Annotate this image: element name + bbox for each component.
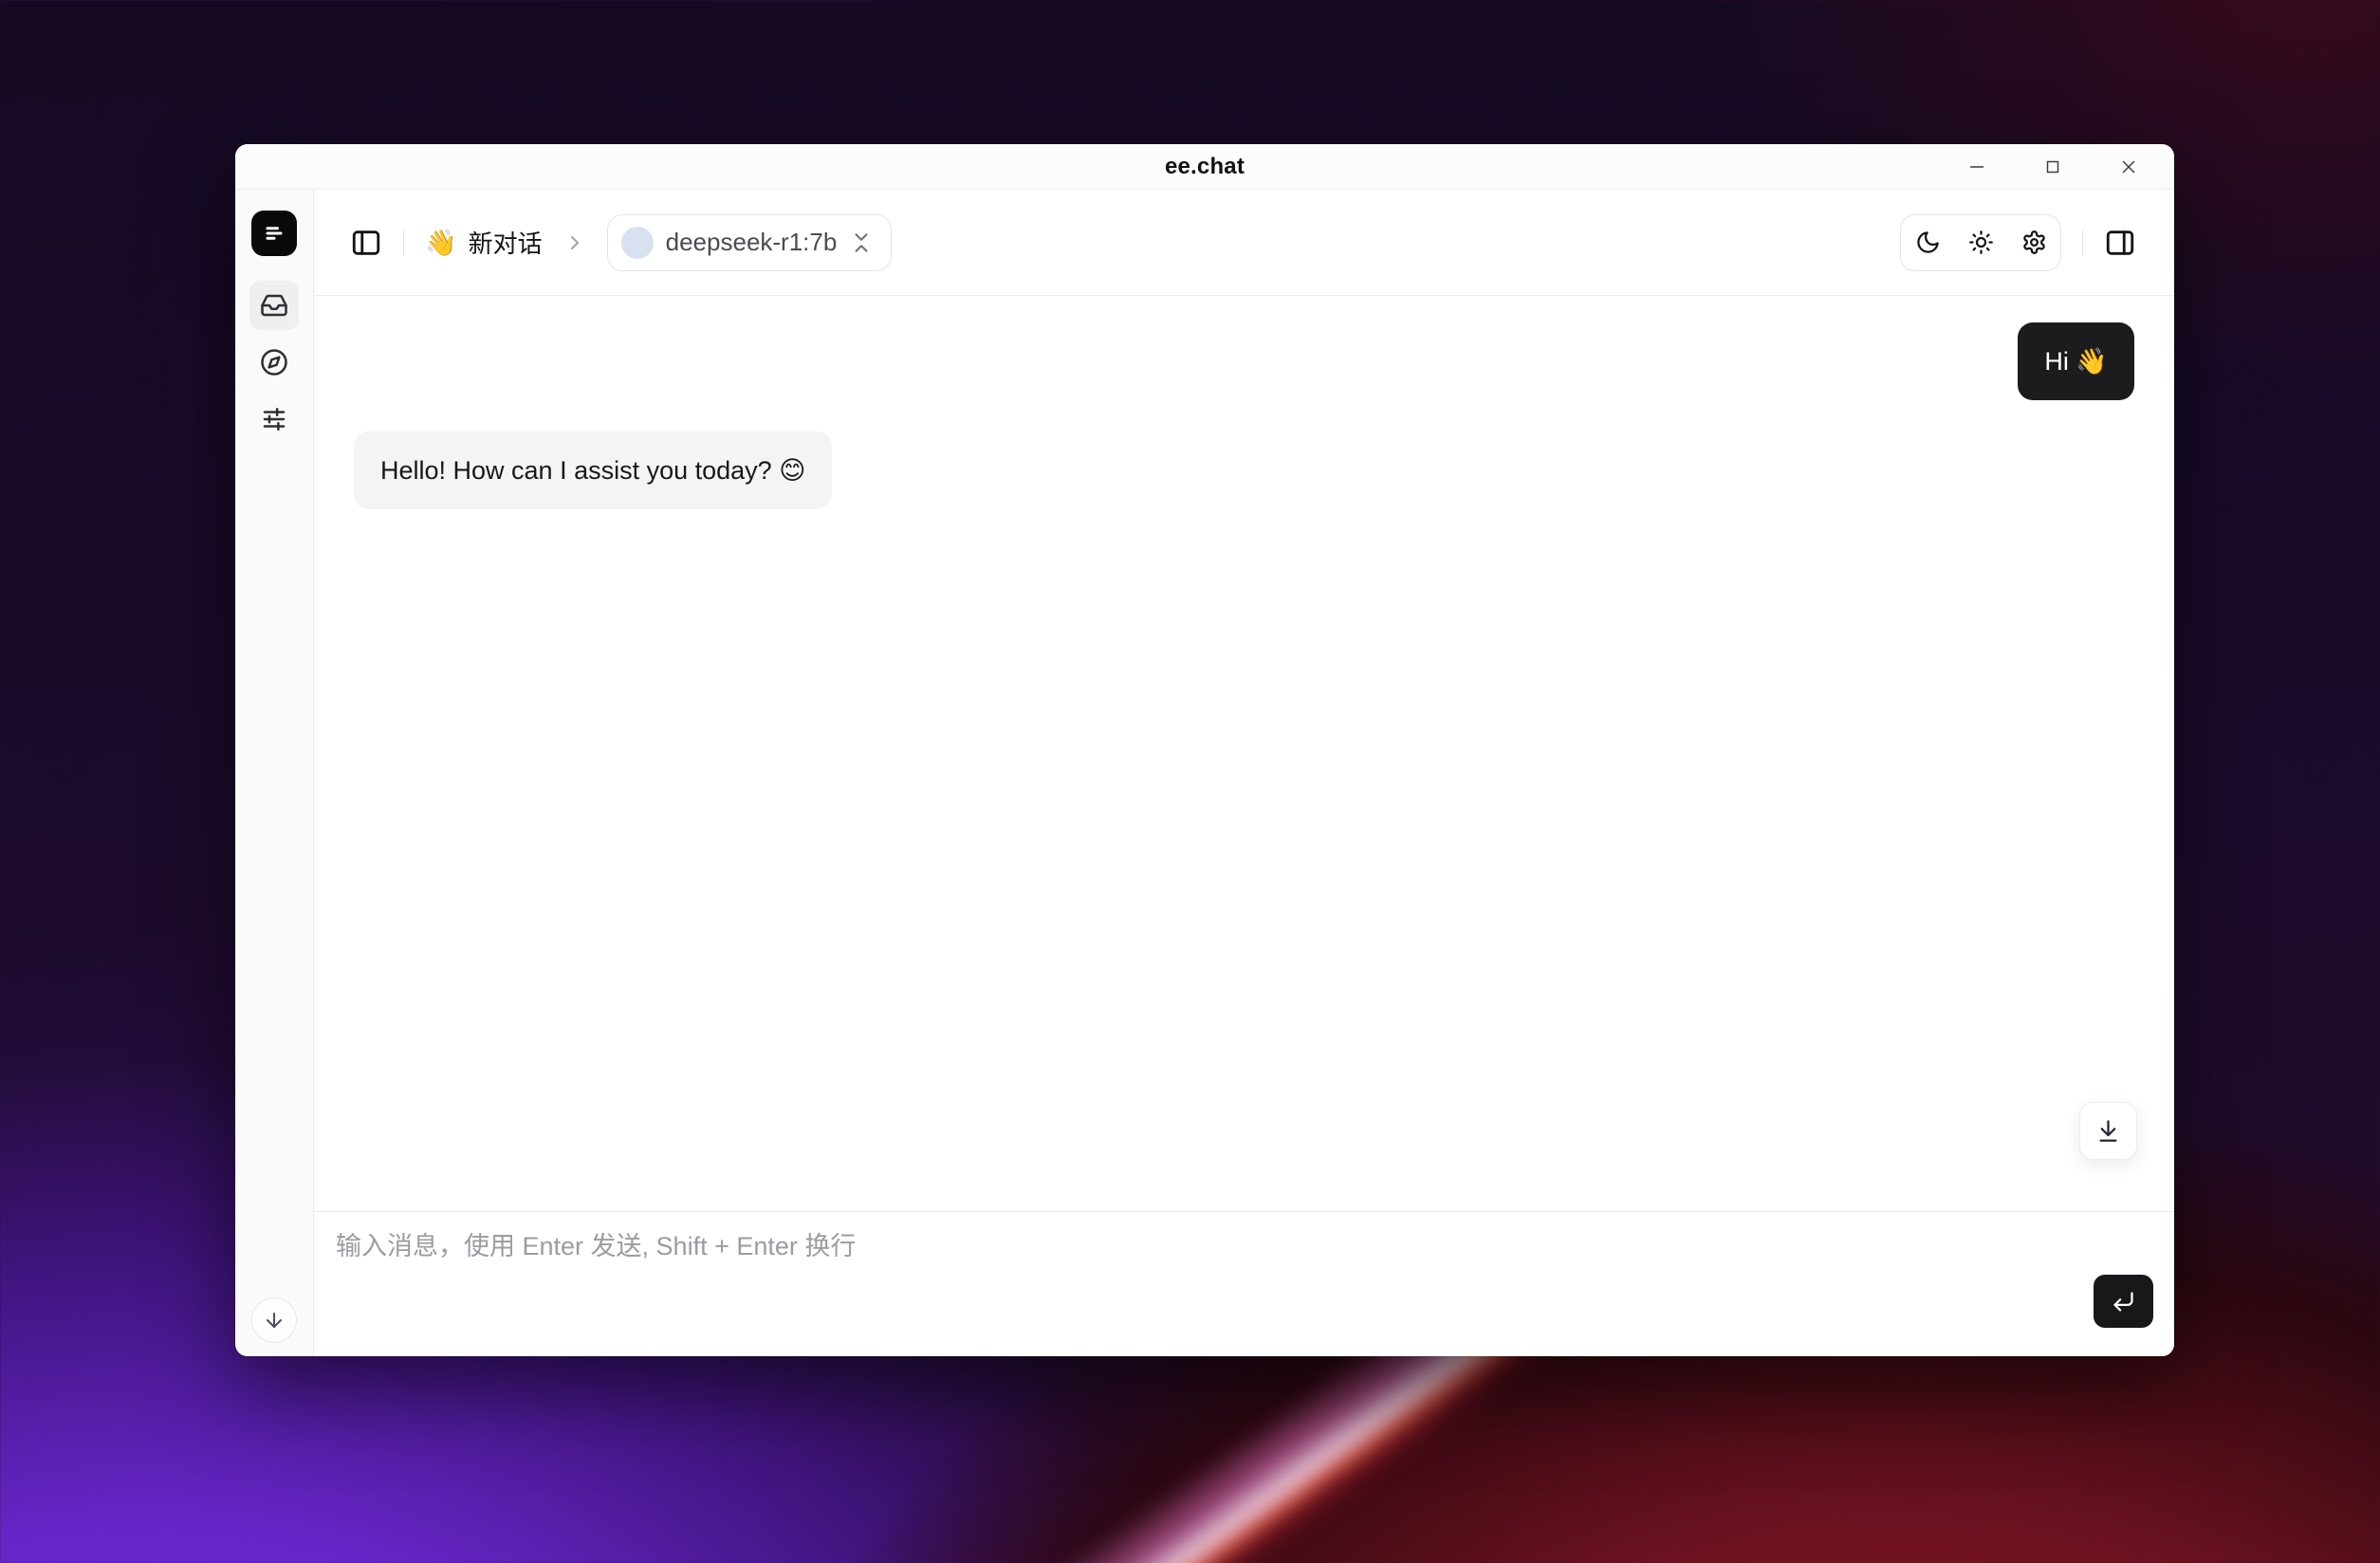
panel-right-icon [2104,227,2136,259]
model-name: deepseek-r1:7b [666,228,838,257]
header-divider-right [2082,230,2083,256]
window-title: ee.chat [1165,154,1245,180]
user-message-bubble: Hi 👋 [2018,322,2134,400]
sidebar-item-explore[interactable] [249,338,299,387]
desktop: { "window": { "title": "ee.chat", "contr… [0,0,2380,1563]
close-icon [2118,156,2139,177]
minimize-icon [1966,156,1987,177]
model-avatar [621,227,654,259]
message-row-user: Hi 👋 [354,322,2134,400]
maximize-icon [2042,156,2063,177]
model-selector-chip[interactable]: deepseek-r1:7b [607,214,893,271]
header-left: 👋 新对话 deepseek-r1:7b [350,214,892,271]
message-row-assistant: Hello! How can I assist you today? 😊 [354,432,2134,509]
theme-light-button[interactable] [1954,215,2007,270]
chevrons-collapse-icon [849,230,874,255]
toggle-right-panel-button[interactable] [2104,227,2136,259]
window-controls [1956,144,2149,189]
sidebar-nav [249,281,299,444]
sidebar-scroll-down-button[interactable] [251,1297,297,1343]
compass-icon [260,348,288,377]
close-button[interactable] [2108,148,2149,186]
sidebar-item-inbox[interactable] [249,281,299,330]
header-toolbar: 👋 新对话 deepseek-r1:7b [314,190,2174,296]
chevron-right-icon [563,231,586,254]
sliders-icon [260,405,288,433]
assistant-message-bubble: Hello! How can I assist you today? 😊 [354,432,832,509]
message-input[interactable] [336,1229,2060,1339]
chat-area: Hi 👋 Hello! How can I assist you today? … [314,296,2174,1211]
theme-dark-button[interactable] [1901,215,1954,270]
conversation-title: 新对话 [469,225,543,260]
panel-left-icon [350,227,382,259]
arrow-down-to-line-icon [2095,1118,2121,1144]
breadcrumb-conversation[interactable]: 👋 新对话 [425,225,543,260]
app-logo-button[interactable] [251,211,297,256]
main-panel: 👋 新对话 deepseek-r1:7b [314,190,2174,1356]
titlebar[interactable]: ee.chat [235,144,2174,190]
theme-switcher [1900,214,2061,271]
toggle-sidebar-button[interactable] [350,227,382,259]
theme-system-button[interactable] [2007,215,2060,270]
maximize-button[interactable] [2032,148,2074,186]
wave-emoji: 👋 [425,228,457,258]
corner-down-left-icon [2111,1289,2136,1315]
scroll-to-bottom-button[interactable] [2079,1102,2137,1160]
composer [314,1211,2174,1356]
header-divider [403,230,404,256]
minimize-button[interactable] [1956,148,1998,186]
inbox-icon [260,291,288,320]
gear-icon [2021,230,2047,255]
window-content: 👋 新对话 deepseek-r1:7b [235,190,2174,1356]
moon-icon [1915,230,1941,255]
header-right [1900,214,2136,271]
sidebar [235,190,314,1356]
app-window: ee.chat [235,144,2174,1356]
app-logo-icon [261,220,287,247]
sidebar-item-settings[interactable] [249,395,299,444]
arrow-down-icon [263,1309,286,1332]
send-button[interactable] [2094,1275,2153,1328]
sun-icon [1968,230,1994,255]
